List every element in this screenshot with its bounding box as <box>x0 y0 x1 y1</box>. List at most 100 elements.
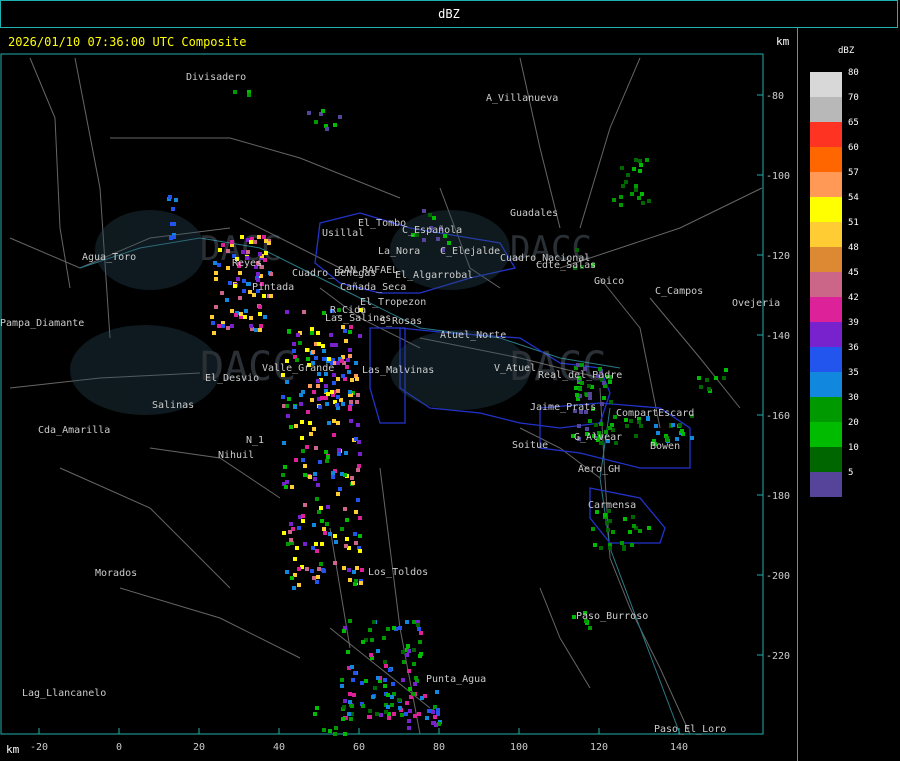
echo-pixel <box>297 567 301 571</box>
radar-map[interactable]: DACC DACC DACC DACC DivisaderoA_Villanue… <box>0 28 797 761</box>
echo-pixel <box>599 546 603 550</box>
echo-pixel <box>312 427 316 431</box>
echo-pixel <box>317 342 321 346</box>
echo-pixel <box>405 620 409 624</box>
echo-pixel <box>320 396 324 400</box>
echo-pixel <box>331 475 335 479</box>
echo-pixel <box>289 522 293 526</box>
echo-pixel <box>324 384 328 388</box>
echo-pixel <box>678 423 682 427</box>
legend-swatch <box>810 372 842 397</box>
place-label: Nihuil <box>218 450 254 461</box>
place-label: A_Villanueva <box>486 93 558 104</box>
echo-pixel <box>356 468 360 472</box>
echo-pixel <box>336 389 340 393</box>
echo-pixel <box>345 518 349 522</box>
echo-pixel <box>301 514 305 518</box>
echo-pixel <box>576 363 580 367</box>
echo-pixel <box>297 526 301 530</box>
echo-pixel <box>313 712 317 716</box>
echo-pixel <box>305 445 309 449</box>
echo-pixel <box>340 684 344 688</box>
echo-pixel <box>171 207 175 211</box>
echo-pixel <box>621 184 625 188</box>
echo-pixel <box>382 636 386 640</box>
place-label: Pampa_Diamante <box>0 318 84 329</box>
echo-pixel <box>600 402 604 406</box>
echo-pixel <box>305 567 309 571</box>
place-label: Pintada <box>252 282 294 293</box>
echo-pixel <box>634 184 638 188</box>
echo-pixel <box>330 343 334 347</box>
echo-pixel <box>320 542 324 546</box>
legend-value: 10 <box>848 443 859 453</box>
echo-pixel <box>350 704 354 708</box>
echo-pixel <box>322 357 326 361</box>
echo-pixel <box>638 159 642 163</box>
echo-pixel <box>226 326 230 330</box>
echo-pixel <box>619 203 623 207</box>
echo-pixel <box>323 531 327 535</box>
echo-pixel <box>338 115 342 119</box>
echo-pixel <box>436 237 440 241</box>
legend-value: 57 <box>848 168 859 178</box>
echo-pixel <box>401 678 405 682</box>
echo-pixel <box>263 258 267 262</box>
echo-pixel <box>316 384 320 388</box>
echo-pixel <box>212 331 216 335</box>
echo-pixel <box>637 196 641 200</box>
echo-pixel <box>348 330 352 334</box>
echo-pixel <box>405 653 409 657</box>
x-tick-label: 120 <box>590 742 608 753</box>
echo-pixel <box>417 712 421 716</box>
y-tick-label: -160 <box>766 411 790 422</box>
echo-pixel <box>433 715 437 719</box>
echo-pixel <box>398 706 402 710</box>
echo-pixel <box>310 327 314 331</box>
place-label: Jaime_Prats <box>530 402 596 413</box>
echo-pixel <box>348 700 352 704</box>
echo-pixel <box>332 381 336 385</box>
echo-pixel <box>620 541 624 545</box>
echo-pixel <box>405 701 409 705</box>
echo-pixel <box>334 343 338 347</box>
echo-pixel <box>217 263 221 267</box>
echo-pixel <box>413 714 417 718</box>
echo-pixel <box>386 693 390 697</box>
echo-pixel <box>283 465 287 469</box>
echo-pixel <box>654 424 658 428</box>
echo-pixel <box>315 580 319 584</box>
y-tick-label: -200 <box>766 571 790 582</box>
echo-pixel <box>328 532 332 536</box>
echo-pixel <box>242 279 246 283</box>
echo-pixel <box>253 240 257 244</box>
echo-pixel <box>172 235 176 239</box>
echo-pixel <box>343 699 347 703</box>
echo-pixel <box>602 381 606 385</box>
legend-swatch <box>810 447 842 472</box>
echo-pixel <box>267 241 271 245</box>
echo-pixel <box>318 405 322 409</box>
echo-pixel <box>404 712 408 716</box>
echo-pixel <box>348 348 352 352</box>
echo-pixel <box>298 341 302 345</box>
timestamp-header: 2026/01/10 07:36:00 UTC Composite <box>8 35 247 49</box>
echo-pixel <box>346 650 350 654</box>
echo-pixel <box>281 395 285 399</box>
echo-pixel <box>230 240 234 244</box>
x-tick-label: 20 <box>193 742 205 753</box>
echo-pixel <box>397 698 401 702</box>
echo-pixel <box>391 682 395 686</box>
echo-pixel <box>299 402 303 406</box>
echo-pixel <box>269 272 273 276</box>
legend-swatch <box>810 472 842 497</box>
echo-pixel <box>341 402 345 406</box>
echo-pixel <box>228 281 232 285</box>
echo-pixel <box>234 313 238 317</box>
legend-swatch <box>810 272 842 297</box>
echo-pixel <box>412 662 416 666</box>
title-bar: dBZ <box>0 0 898 28</box>
km-label-top: km <box>776 35 790 48</box>
echo-pixel <box>302 310 306 314</box>
legend-value: 60 <box>848 143 859 153</box>
